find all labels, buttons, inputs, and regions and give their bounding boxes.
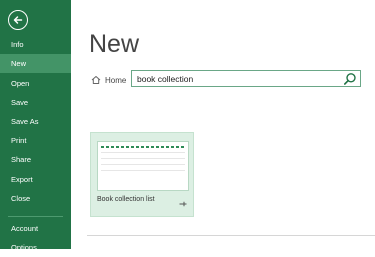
thumbnail-row bbox=[101, 170, 185, 171]
search-icon[interactable] bbox=[343, 72, 357, 86]
page-title: New bbox=[89, 30, 140, 58]
sidebar-divider bbox=[8, 216, 63, 217]
pin-icon[interactable] bbox=[179, 201, 187, 207]
thumbnail-header-row bbox=[101, 146, 185, 148]
nav-item-close[interactable]: Close bbox=[0, 189, 71, 208]
nav-item-export[interactable]: Export bbox=[0, 170, 71, 189]
section-divider bbox=[87, 235, 375, 236]
nav-item-options[interactable]: Options bbox=[0, 238, 71, 257]
template-card-book-collection[interactable]: Book collection list bbox=[90, 132, 194, 217]
back-button[interactable] bbox=[8, 10, 28, 30]
thumbnail-row bbox=[101, 152, 185, 153]
nav-item-account[interactable]: Account bbox=[0, 219, 71, 238]
template-thumbnail bbox=[97, 141, 189, 191]
nav-item-share[interactable]: Share bbox=[0, 150, 71, 169]
nav-item-new[interactable]: New bbox=[0, 54, 71, 73]
main-panel: New Home book collection Book collection… bbox=[71, 0, 375, 249]
nav-item-save-as[interactable]: Save As bbox=[0, 112, 71, 131]
back-arrow-icon bbox=[13, 16, 23, 24]
nav-item-save[interactable]: Save bbox=[0, 93, 71, 112]
nav-item-open[interactable]: Open bbox=[0, 74, 71, 93]
home-label: Home bbox=[105, 75, 127, 85]
nav-item-print[interactable]: Print bbox=[0, 131, 71, 150]
template-label: Book collection list bbox=[97, 196, 155, 203]
home-link[interactable]: Home bbox=[91, 73, 126, 87]
thumbnail-row bbox=[101, 158, 185, 159]
search-input-value: book collection bbox=[137, 74, 194, 84]
home-icon bbox=[91, 76, 101, 84]
backstage-sidebar: Info New Open Save Save As Print Share E… bbox=[0, 0, 71, 252]
template-search-input[interactable]: book collection bbox=[131, 70, 361, 87]
nav-item-info[interactable]: Info bbox=[0, 35, 71, 54]
thumbnail-row bbox=[101, 164, 185, 165]
